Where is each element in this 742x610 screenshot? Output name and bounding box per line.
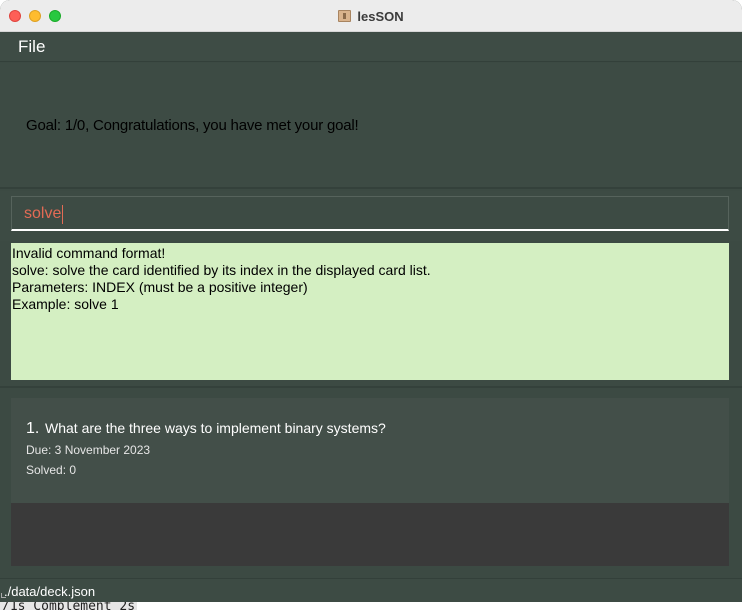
resize-grip-icon[interactable] xyxy=(1,593,6,598)
command-input-text: solve xyxy=(24,205,62,222)
section-divider xyxy=(0,386,742,388)
card-list[interactable]: 1. What are the three ways to implement … xyxy=(11,398,729,566)
result-display: Invalid command format! solve: solve the… xyxy=(11,243,729,380)
result-line: Example: solve 1 xyxy=(12,296,119,312)
data-file-path: ./data/deck.json xyxy=(4,584,96,599)
background-terminal-text: /1s Complement 2s xyxy=(0,602,138,610)
card-question: What are the three ways to implement bin… xyxy=(45,420,386,436)
menu-bar: File xyxy=(0,32,742,62)
window-title: lesSON xyxy=(357,8,404,24)
status-bar: ./data/deck.json xyxy=(0,578,742,602)
card-solved-count: Solved: 0 xyxy=(26,463,77,477)
card-list-item[interactable]: 1. What are the three ways to implement … xyxy=(11,398,729,503)
background-terminal: /1s Complement 2s xyxy=(0,602,742,610)
window-title-group: lesSON xyxy=(0,0,742,32)
goal-status-text: Goal: 1/0, Congratulations, you have met… xyxy=(26,117,359,134)
app-window: lesSON File Goal: 1/0, Congratulations, … xyxy=(0,0,742,610)
card-index: 1. xyxy=(26,420,40,437)
result-line: Parameters: INDEX (must be a positive in… xyxy=(12,279,308,295)
card-due-date: Due: 3 November 2023 xyxy=(26,443,151,457)
result-line: Invalid command format! xyxy=(12,245,166,261)
menu-item-file[interactable]: File xyxy=(18,37,45,57)
command-input[interactable]: solve xyxy=(11,196,729,231)
text-caret xyxy=(62,205,63,224)
app-icon xyxy=(338,10,352,22)
title-bar: lesSON xyxy=(0,0,742,32)
result-line: solve: solve the card identified by its … xyxy=(12,262,431,278)
command-area: solve xyxy=(0,191,742,241)
goal-panel: Goal: 1/0, Congratulations, you have met… xyxy=(0,63,742,189)
